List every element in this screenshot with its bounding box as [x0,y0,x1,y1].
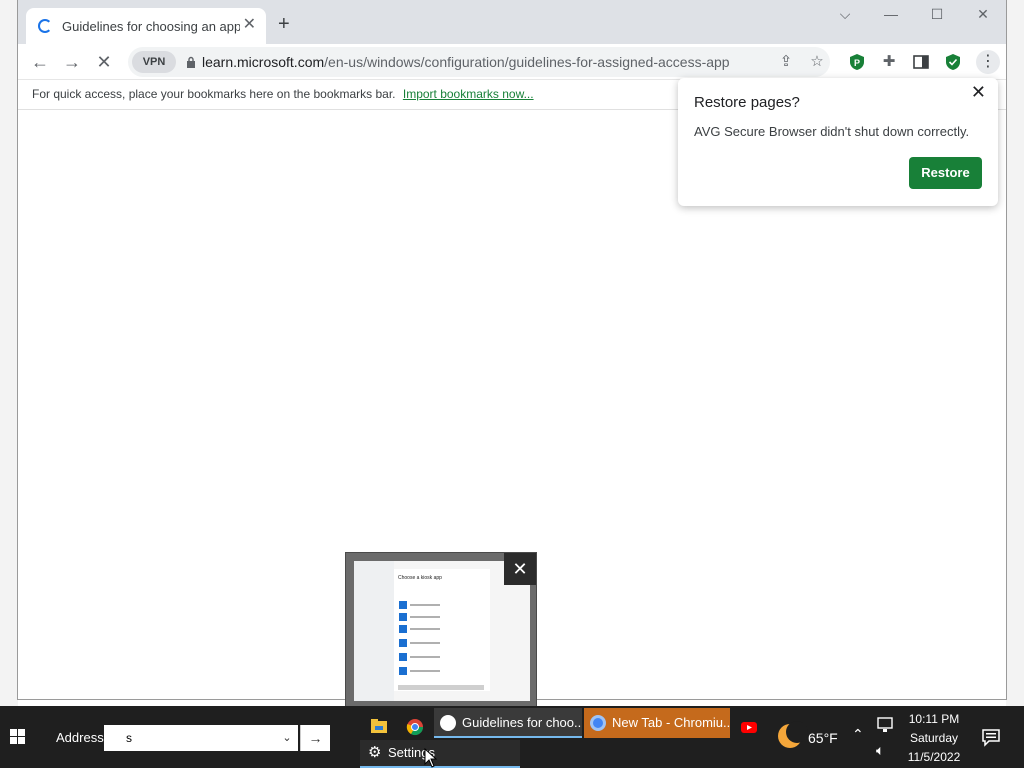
mouse-cursor-icon [424,748,438,768]
extensions-puzzle-icon[interactable]: ✚ [880,53,898,71]
side-panel-icon[interactable] [912,53,930,71]
tab-strip: Guidelines for choosing an app f ✕ + ⌵ —… [18,0,1006,44]
stop-loading-button[interactable]: ✕ [92,50,116,74]
preview-app-icon [399,601,407,609]
taskbar: Address s ⌄ → Guidelines for choo... New… [0,706,1024,768]
preview-app-line [410,628,440,630]
show-hidden-icons-icon[interactable]: ⌃ [852,726,864,743]
preview-app-line [410,642,440,644]
settings-gear-icon: ⚙ [368,744,382,761]
address-go-button[interactable]: → [300,725,330,751]
preview-heading: Choose a kiosk app [398,575,442,581]
address-dropdown-icon[interactable]: ⌄ [276,725,298,751]
bookmark-star-icon[interactable]: ☆ [807,52,827,72]
network-icon[interactable] [876,716,894,734]
address-bar[interactable]: VPN learn.microsoft.com/en-us/windows/co… [128,47,830,77]
preview-footer [398,685,484,690]
browser-menu-icon[interactable]: ⋮ [976,50,1000,74]
vpn-button[interactable]: VPN [132,51,176,73]
weather-moon-icon[interactable] [778,721,808,748]
taskbar-task-new-tab[interactable]: New Tab - Chromiu... [584,708,730,738]
preview-app-line [410,604,440,606]
lock-icon [187,56,195,68]
settings-window-preview[interactable]: Choose a kiosk app ✕ [345,552,537,708]
tab-title: Guidelines for choosing an app f [62,18,240,34]
preview-app-icon [399,653,407,661]
notification-center-icon[interactable] [980,726,1002,748]
desktop-background-left [0,0,18,706]
minimize-button[interactable]: — [876,6,906,22]
file-explorer-icon[interactable] [364,712,394,742]
preview-app-icon [399,667,407,675]
browser-toolbar: ← → ✕ VPN learn.microsoft.com/en-us/wind… [18,44,1006,80]
clock-time: 10:11 PM [908,712,960,726]
preview-close-icon[interactable]: ✕ [504,553,536,585]
windows-start-icon[interactable] [0,706,36,768]
browser-task-icon [440,715,456,731]
preview-pane [394,569,490,691]
active-tab[interactable]: Guidelines for choosing an app f ✕ [26,8,266,44]
desktop-background-right [1006,0,1024,706]
preview-app-icon [399,625,407,633]
taskbar-task-settings[interactable]: ⚙ Settings [360,740,520,768]
preview-app-line [410,616,440,618]
address-toolbar-input[interactable]: s [104,725,298,751]
restore-dialog-title: Restore pages? [694,94,800,111]
url-host: learn.microsoft.com [202,54,325,70]
close-window-button[interactable]: ✕ [968,6,998,23]
restore-pages-dialog: Restore pages? ✕ AVG Secure Browser didn… [678,78,998,206]
svg-text:P: P [854,58,860,68]
restore-dialog-message: AVG Secure Browser didn't shut down corr… [694,124,970,139]
tab-close-icon[interactable]: ✕ [243,17,256,33]
clock-date: 11/5/2022 [907,750,961,764]
url-text: learn.microsoft.com/en-us/windows/config… [202,54,730,70]
maximize-button[interactable]: ☐ [922,6,952,23]
weather-temperature[interactable]: 65°F [808,730,838,746]
taskbar-clock[interactable]: 10:11 PM Saturday 11/5/2022 [900,710,968,767]
bookmarks-hint-text: For quick access, place your bookmarks h… [32,87,396,101]
import-bookmarks-link[interactable]: Import bookmarks now... [403,87,534,101]
url-path: /en-us/windows/configuration/guidelines-… [324,54,730,70]
restore-dialog-close-icon[interactable]: ✕ [971,82,986,103]
preview-app-line [410,656,440,658]
youtube-icon[interactable] [734,712,764,742]
share-icon[interactable]: ⇪ [776,52,796,72]
preview-sidebar [354,561,394,701]
clock-day: Saturday [909,731,959,745]
taskbar-task-label: New Tab - Chromiu... [612,715,730,730]
preview-app-icon [399,613,407,621]
taskbar-task-guidelines[interactable]: Guidelines for choo... [434,708,582,738]
chromium-icon [590,715,606,731]
new-tab-button[interactable]: + [278,14,290,34]
preview-app-line [410,670,440,672]
preview-app-icon [399,639,407,647]
address-toolbar-label: Address [56,730,104,745]
loading-spinner-icon [38,19,52,33]
security-shield-icon[interactable] [944,53,962,71]
forward-button[interactable]: → [60,50,84,74]
volume-icon[interactable]: 🔈︎ [876,742,884,759]
privacy-extension-icon[interactable]: P [848,53,866,71]
chrome-icon[interactable] [400,712,430,742]
taskbar-task-label: Guidelines for choo... [462,715,582,730]
tab-search-icon[interactable]: ⌵ [830,6,860,23]
back-button[interactable]: ← [28,50,52,74]
restore-button[interactable]: Restore [909,157,982,189]
